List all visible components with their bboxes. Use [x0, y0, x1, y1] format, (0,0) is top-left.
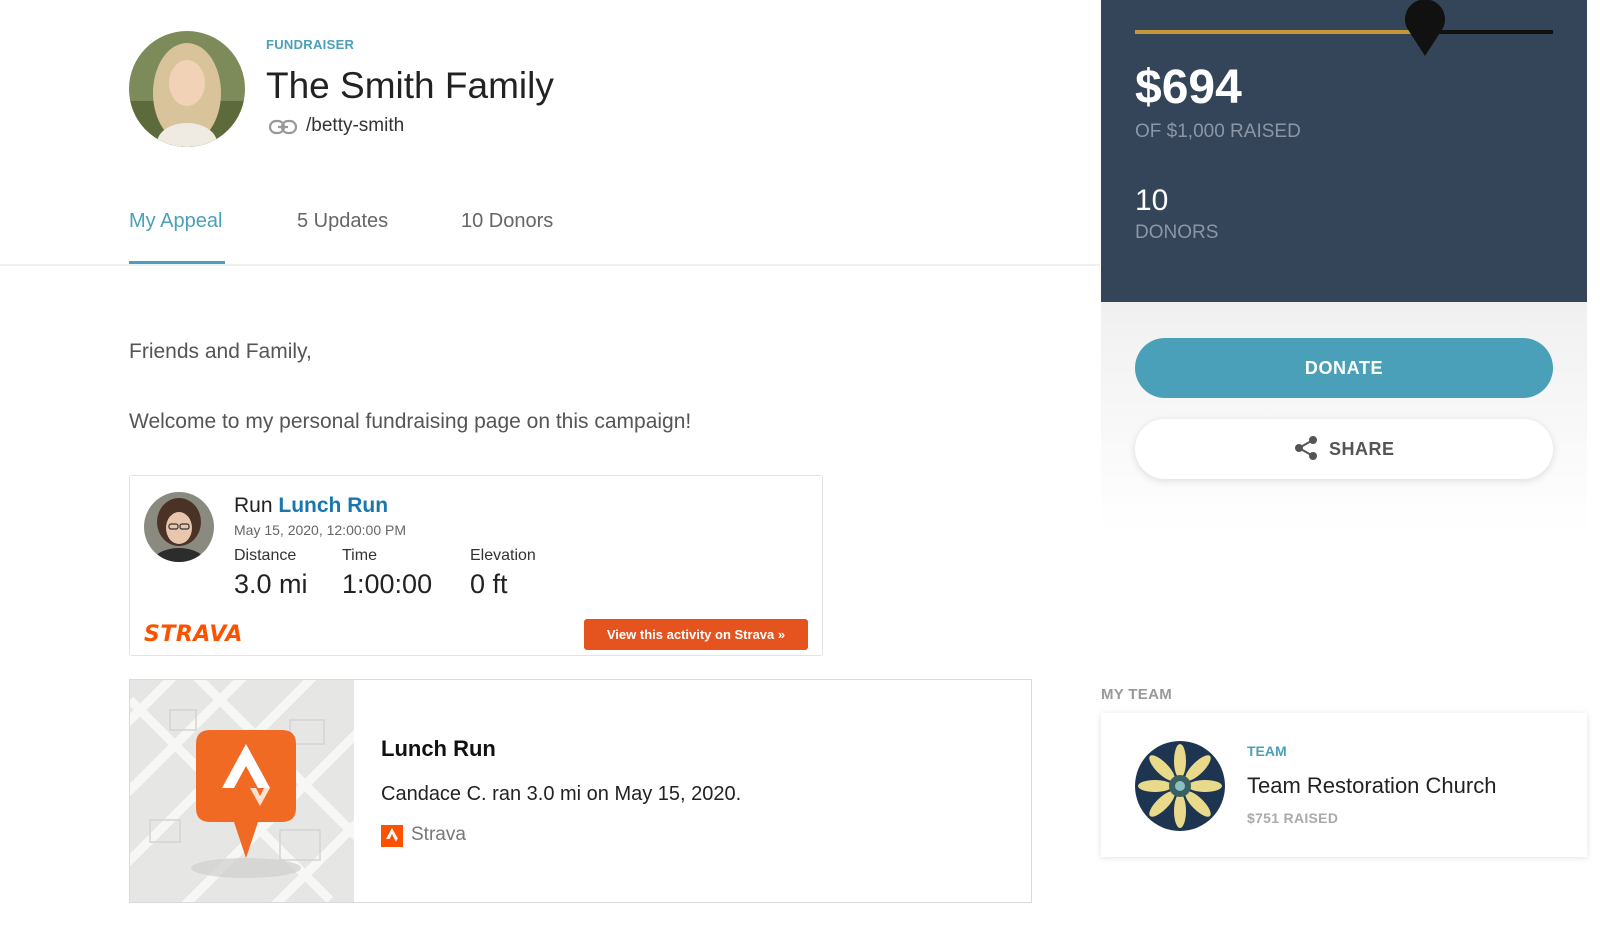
activity-name-link[interactable]: Lunch Run: [278, 494, 388, 517]
progress-marker-icon: [1405, 0, 1446, 56]
elevation-label: Elevation: [470, 547, 536, 564]
progress-fill: [1135, 30, 1426, 34]
tab-donors[interactable]: 10 Donors: [461, 210, 553, 233]
team-card[interactable]: TEAM Team Restoration Church $751 RAISED: [1101, 713, 1587, 857]
team-avatar: [1135, 741, 1225, 831]
team-raised: $751 RAISED: [1247, 810, 1339, 826]
page-title: The Smith Family: [266, 65, 554, 106]
distance-label: Distance: [234, 547, 297, 564]
elevation-value: 0 ft: [470, 569, 508, 599]
donor-label: DONORS: [1135, 222, 1219, 243]
appeal-greeting: Friends and Family,: [129, 340, 312, 363]
fundraiser-avatar: [129, 31, 245, 147]
preview-title: Lunch Run: [381, 736, 496, 761]
share-label: SHARE: [1329, 439, 1395, 459]
preview-source: Strava: [411, 824, 466, 845]
donate-button[interactable]: DONATE: [1135, 338, 1553, 398]
runner-avatar: [144, 492, 214, 562]
activity-type: Run: [234, 494, 273, 517]
appeal-welcome: Welcome to my personal fundraising page …: [129, 410, 692, 433]
map-pin-icon: [130, 680, 354, 902]
link-preview-card[interactable]: Lunch Run Candace C. ran 3.0 mi on May 1…: [129, 679, 1032, 903]
actions-area: DONATE SHARE: [1101, 302, 1587, 532]
raised-amount: $694: [1135, 61, 1242, 114]
time-value: 1:00:00: [342, 569, 433, 599]
raised-goal-label: OF $1,000 RAISED: [1135, 121, 1301, 142]
share-button[interactable]: SHARE: [1135, 419, 1553, 479]
strava-app-icon: [381, 825, 403, 847]
preview-description: Candace C. ran 3.0 mi on May 15, 2020.: [381, 783, 742, 805]
tab-updates[interactable]: 5 Updates: [297, 210, 388, 233]
share-icon: [1295, 436, 1318, 461]
strava-activity-card: Run Lunch Run May 15, 2020, 12:00:00 PM …: [129, 475, 823, 656]
my-team-heading: MY TEAM: [1101, 686, 1172, 703]
fundraiser-label: FUNDRAISER: [266, 37, 355, 52]
team-name[interactable]: Team Restoration Church: [1247, 773, 1496, 799]
link-icon: [268, 119, 298, 135]
fundraising-stats-panel: $694 OF $1,000 RAISED 10 DONORS: [1101, 0, 1587, 302]
run-title: Run Lunch Run: [234, 494, 388, 518]
run-date: May 15, 2020, 12:00:00 PM: [234, 522, 406, 538]
progress-bar: [1135, 0, 1553, 56]
distance-value: 3.0 mi: [234, 569, 308, 599]
strava-logo: STRAVA: [144, 622, 243, 647]
view-on-strava-button[interactable]: View this activity on Strava »: [584, 619, 808, 650]
tabs-divider: [0, 264, 1100, 266]
tab-my-appeal[interactable]: My Appeal: [129, 210, 222, 233]
time-label: Time: [342, 547, 377, 564]
donor-count: 10: [1135, 184, 1169, 217]
page-slug-link[interactable]: /betty-smith: [306, 115, 404, 137]
team-label: TEAM: [1247, 743, 1287, 759]
